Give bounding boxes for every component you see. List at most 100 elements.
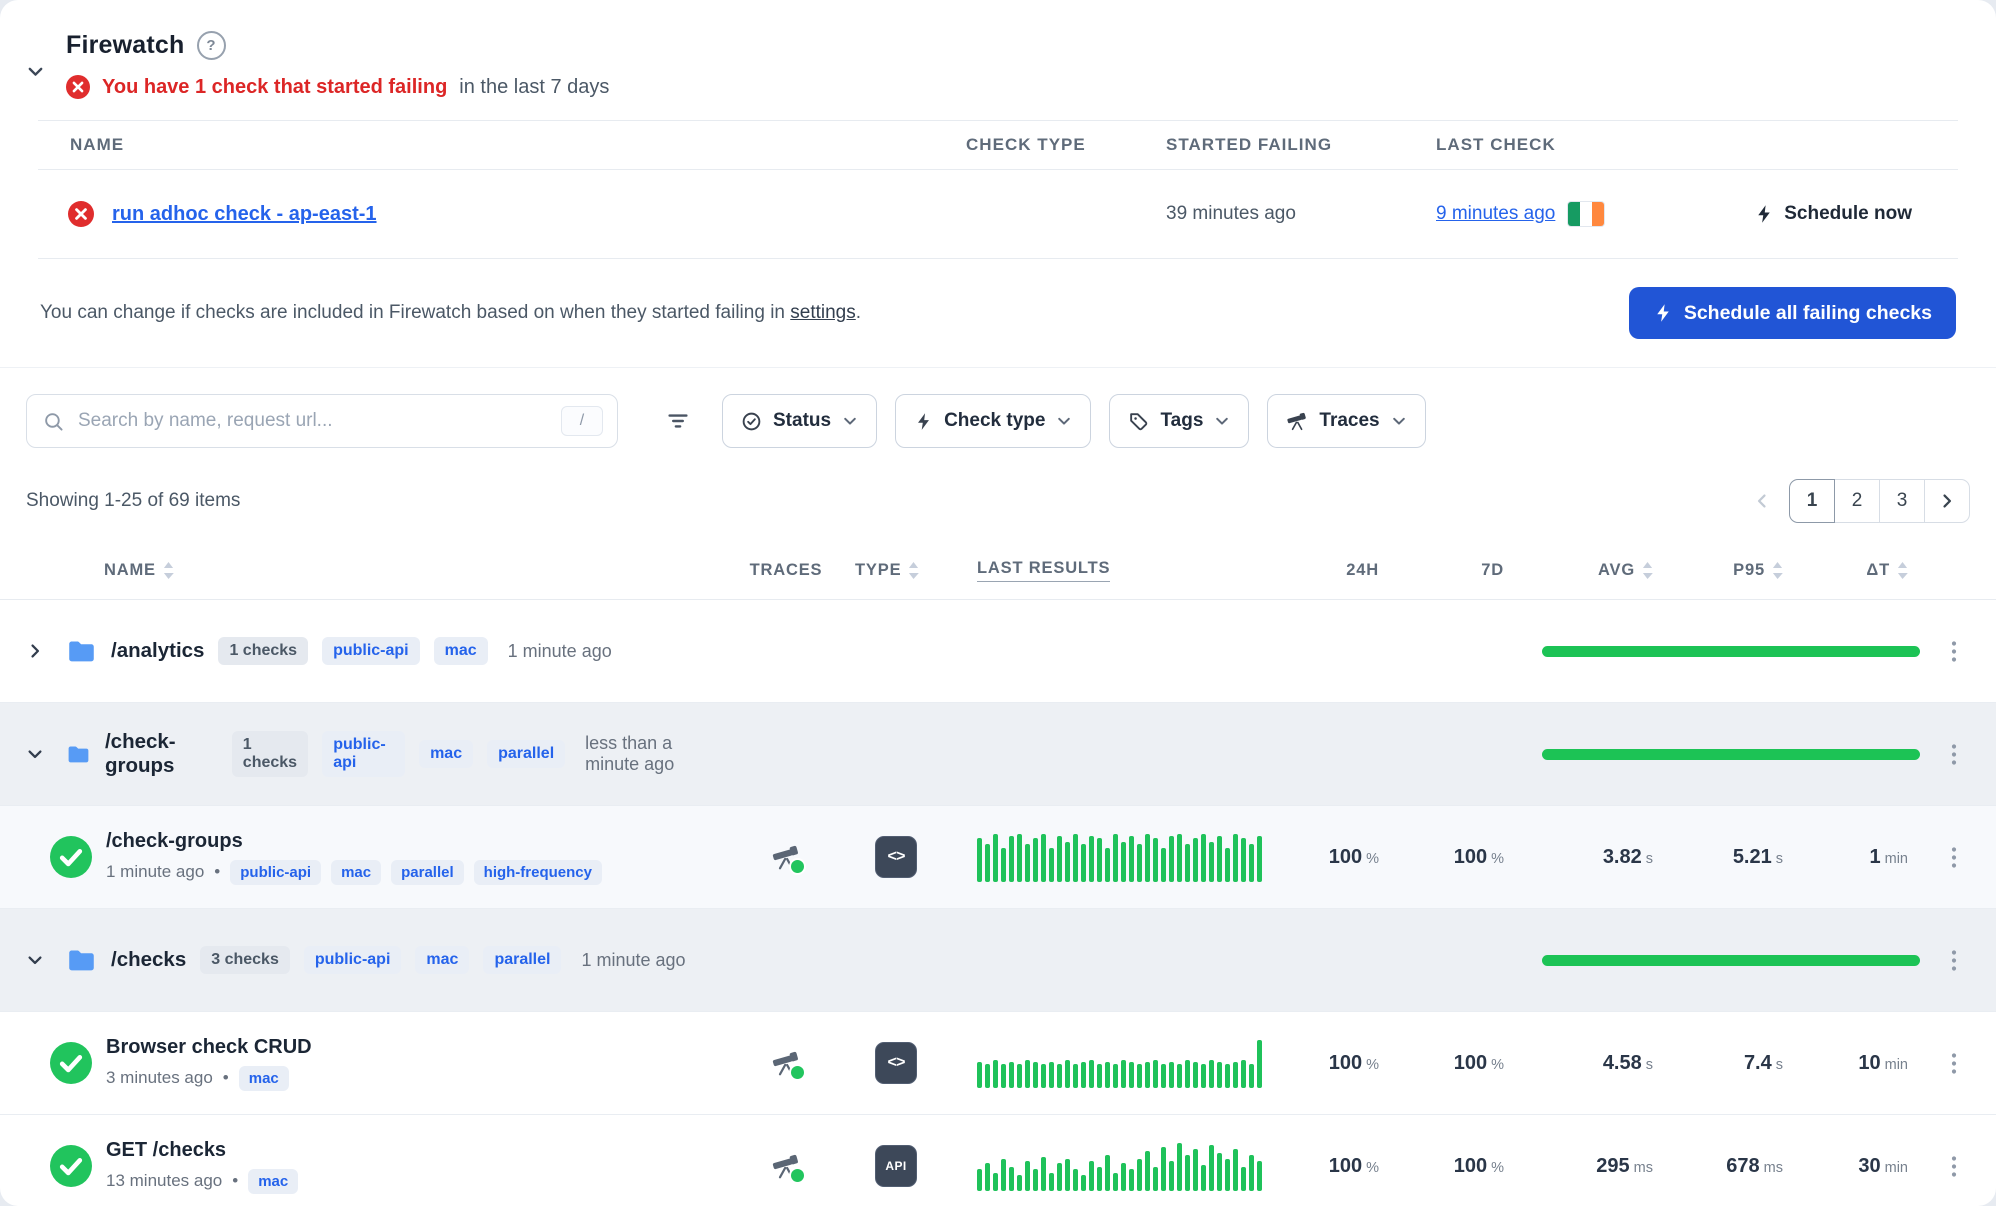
filter-lines-icon[interactable] — [660, 403, 696, 439]
schedule-all-failing-button[interactable]: Schedule all failing checks — [1629, 287, 1956, 339]
tags-filter-dropdown[interactable]: Tags — [1109, 394, 1249, 448]
chevron-down-icon[interactable] — [26, 745, 44, 763]
status-filter-dropdown[interactable]: Status — [722, 394, 877, 448]
folder-row-checks[interactable]: /checks 3 checks public-api mac parallel… — [0, 909, 1996, 1012]
tag-pill[interactable]: mac — [331, 860, 381, 885]
check-row-check-groups[interactable]: /check-groups 1 minute ago • public-api … — [0, 806, 1996, 909]
traces-telescope-icon[interactable] — [771, 1151, 801, 1181]
browser-check-type-icon: <> — [875, 1042, 917, 1084]
avg-duration: 295ms — [1526, 1155, 1671, 1178]
col-header-name[interactable]: NAME — [66, 561, 731, 580]
traces-filter-dropdown[interactable]: Traces — [1267, 394, 1425, 448]
availability-bar — [1542, 646, 1920, 657]
pagination-next-icon[interactable] — [1924, 479, 1970, 523]
uptime-24h: 100% — [1281, 1155, 1401, 1178]
trace-status-dot — [789, 1064, 806, 1081]
folder-icon — [66, 945, 97, 976]
last-results-bars[interactable] — [951, 1141, 1281, 1191]
kebab-menu-icon[interactable] — [1945, 840, 1963, 875]
tag-pill[interactable]: public-api — [304, 946, 402, 974]
pagination-page-2[interactable]: 2 — [1834, 479, 1880, 523]
check-interval: 10min — [1801, 1052, 1926, 1075]
tag-pill[interactable]: mac — [434, 637, 488, 665]
chevron-right-icon[interactable] — [26, 642, 44, 660]
folder-row-analytics[interactable]: /analytics 1 checks public-api mac 1 min… — [0, 600, 1996, 703]
tag-pill[interactable]: mac — [239, 1066, 289, 1091]
kebab-menu-icon[interactable] — [1945, 634, 1963, 669]
trace-status-dot — [789, 858, 806, 875]
sort-icon — [1772, 562, 1783, 579]
col-header-type[interactable]: TYPE — [841, 561, 951, 580]
filter-toolbar: / Status Check type Tags Trac — [0, 367, 1996, 448]
settings-link[interactable]: settings — [790, 302, 855, 323]
tag-pill[interactable]: public-api — [230, 860, 321, 885]
last-results-bars[interactable] — [951, 832, 1281, 882]
ireland-flag-icon — [1567, 201, 1605, 227]
col-header-24h: 24H — [1281, 561, 1401, 580]
failing-status-icon — [68, 201, 94, 227]
check-row-browser-check-crud[interactable]: Browser check CRUD 3 minutes ago • mac <… — [0, 1012, 1996, 1115]
kebab-menu-icon[interactable] — [1945, 737, 1963, 772]
col-header-avg[interactable]: AVG — [1526, 561, 1671, 580]
folder-icon — [66, 739, 91, 770]
search-input[interactable] — [76, 409, 549, 433]
fw-col-check-type: CHECK TYPE — [928, 135, 1138, 155]
status-check-circle-icon — [741, 411, 762, 432]
help-icon[interactable]: ? — [197, 31, 226, 60]
tag-pill[interactable]: parallel — [483, 946, 561, 974]
tag-pill[interactable]: parallel — [391, 860, 464, 885]
uptime-7d: 100% — [1401, 1052, 1526, 1075]
col-header-p95[interactable]: P95 — [1671, 561, 1801, 580]
firewatch-table: NAME CHECK TYPE STARTED FAILING LAST CHE… — [38, 120, 1958, 259]
col-header-traces: TRACES — [731, 561, 841, 580]
kebab-menu-icon[interactable] — [1945, 1046, 1963, 1081]
kebab-menu-icon[interactable] — [1945, 1149, 1963, 1184]
tag-pill[interactable]: mac — [419, 740, 473, 768]
last-run-time: 1 minute ago — [581, 950, 685, 971]
last-check-link[interactable]: 9 minutes ago — [1436, 203, 1555, 225]
tag-pill[interactable]: public-api — [322, 637, 420, 665]
pagination-page-1[interactable]: 1 — [1789, 479, 1835, 523]
results-summary: Showing 1-25 of 69 items — [26, 490, 240, 512]
search-box: / — [26, 394, 618, 448]
schedule-now-button[interactable]: Schedule now — [1748, 202, 1918, 226]
fw-failing-check-row: run adhoc check - ap-east-1 39 minutes a… — [38, 170, 1958, 259]
last-results-bars[interactable] — [951, 1038, 1281, 1088]
check-type-filter-dropdown[interactable]: Check type — [895, 394, 1091, 448]
traces-telescope-icon[interactable] — [771, 842, 801, 872]
pagination-page-3[interactable]: 3 — [1879, 479, 1925, 523]
firewatch-note: You can change if checks are included in… — [40, 302, 861, 324]
page-title: Firewatch — [66, 31, 185, 60]
col-header-7d: 7D — [1401, 561, 1526, 580]
tag-pill[interactable]: mac — [248, 1169, 298, 1194]
bolt-icon — [914, 412, 933, 431]
chevron-down-icon — [842, 413, 858, 429]
pagination-prev-icon[interactable] — [1749, 488, 1775, 514]
folder-row-check-groups[interactable]: /check-groups 1 checks public-api mac pa… — [0, 703, 1996, 806]
kebab-menu-icon[interactable] — [1945, 943, 1963, 978]
p95-duration: 7.4s — [1671, 1052, 1801, 1075]
traces-telescope-icon[interactable] — [771, 1048, 801, 1078]
section-collapse-chevron-icon[interactable] — [26, 28, 52, 102]
tag-pill[interactable]: high-frequency — [474, 860, 602, 885]
check-row-get-checks[interactable]: GET /checks 13 minutes ago • mac API 100… — [0, 1115, 1996, 1206]
alert-text-strong: You have 1 check that started failing — [102, 76, 447, 99]
search-icon — [43, 411, 64, 432]
folder-name: /checks — [111, 948, 186, 972]
tag-pill[interactable]: mac — [415, 946, 469, 974]
checks-count-badge: 1 checks — [218, 637, 308, 665]
tag-pill[interactable]: parallel — [487, 740, 565, 768]
browser-check-type-icon: <> — [875, 836, 917, 878]
tag-pill[interactable]: public-api — [322, 731, 405, 777]
alert-text-rest: in the last 7 days — [459, 76, 609, 99]
col-header-dt[interactable]: ΔT — [1801, 561, 1926, 580]
last-run-time: 1 minute ago — [508, 641, 612, 662]
col-header-last-results: LAST RESULTS — [951, 559, 1281, 582]
firewatch-section: Firewatch ? You have 1 check that starte… — [0, 0, 1996, 367]
p95-duration: 678ms — [1671, 1155, 1801, 1178]
bolt-icon — [1653, 303, 1673, 323]
checks-table: NAME TRACES TYPE LAST RESULTS 24H 7D AVG… — [0, 542, 1996, 1206]
failing-check-link[interactable]: run adhoc check - ap-east-1 — [112, 203, 377, 226]
bolt-icon — [1754, 204, 1774, 224]
chevron-down-icon[interactable] — [26, 951, 44, 969]
